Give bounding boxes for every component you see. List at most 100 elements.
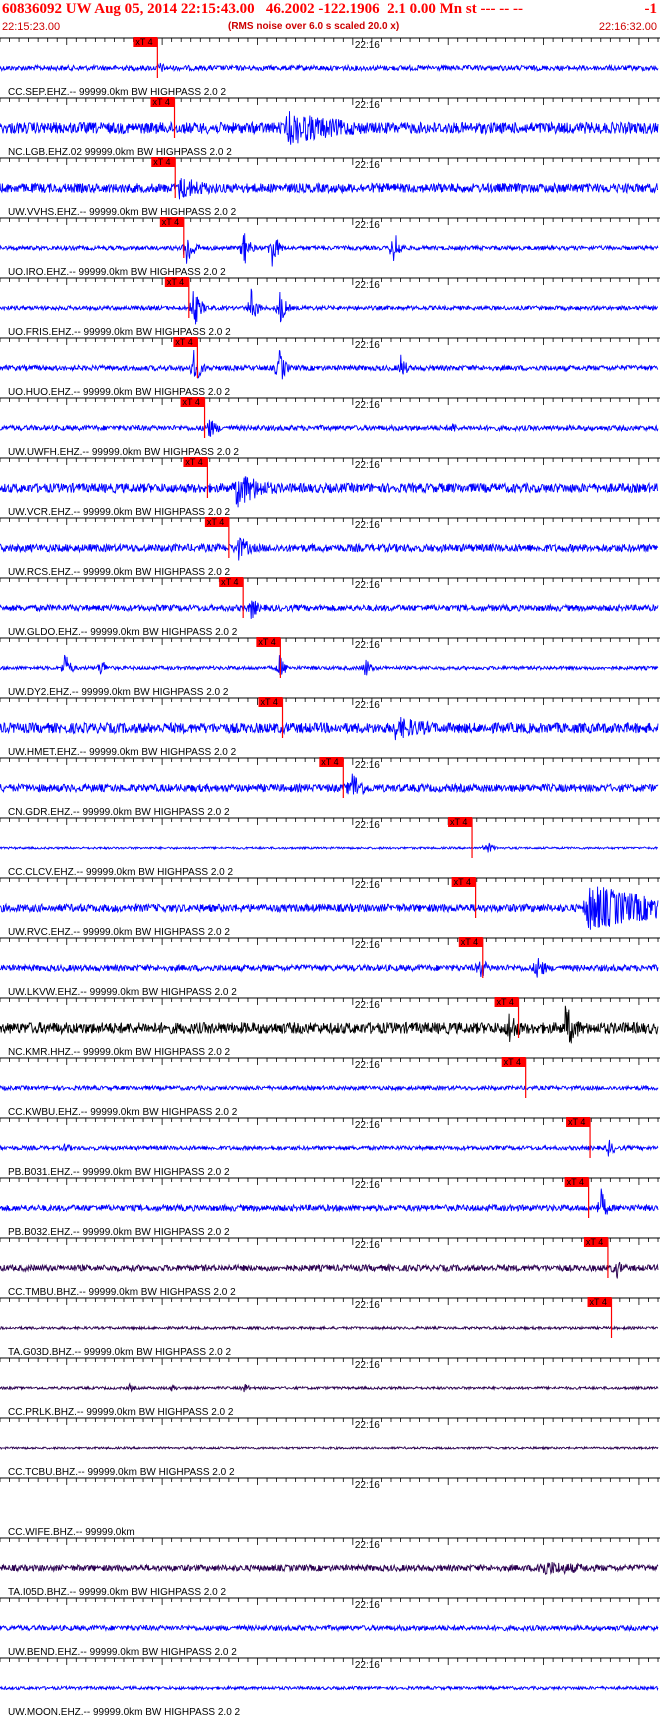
time-tick-label: 22:16 — [355, 1360, 380, 1371]
trace-row: 22:16 UW.MOON.EHZ.-- 99999.0km BW HIGHPAS… — [0, 1657, 660, 1718]
time-tick-label: 22:16 — [355, 400, 380, 411]
waveform — [0, 716, 659, 741]
waveform — [0, 1139, 659, 1157]
waveform — [0, 476, 659, 508]
trace-row: 22:16 CC.CLCV.EHZ.-- 99999.0km BW HIGHPAS… — [0, 817, 660, 878]
waveform — [0, 957, 659, 978]
waveform — [0, 62, 659, 73]
time-tick-label: 22:16 — [355, 1480, 380, 1491]
pick-label: xT 4 — [497, 997, 514, 1007]
station-label: UW.VCR.EHZ.-- 99999.0km BW HIGHPASS 2.0 … — [8, 507, 231, 518]
time-tick-label: 22:16 — [355, 340, 380, 351]
station-label: UW.HMET.EHZ.-- 99999.0km BW HIGHPASS 2.0… — [8, 747, 237, 758]
station-label: UO.IRO.EHZ.-- 99999.0km BW HIGHPASS 2.0 … — [8, 267, 226, 278]
waveform — [0, 1188, 659, 1215]
waveform — [0, 1623, 659, 1633]
station-label: UW.BEND.EHZ.-- 99999.0km BW HIGHPASS 2.0… — [8, 1647, 237, 1658]
pick-marker: xT 4 — [256, 637, 281, 678]
pick-label: xT 4 — [185, 457, 202, 467]
station-label: CN.GDR.EHZ.-- 99999.0km BW HIGHPASS 2.0 … — [8, 807, 230, 818]
station-label: NC.LGB.EHZ.02 99999.0km BW HIGHPASS 2.0 … — [8, 147, 232, 158]
waveform — [0, 1261, 659, 1279]
station-label: CC.WIFE.BHZ.-- 99999.0km — [8, 1527, 135, 1538]
time-tick-label: 22:16 — [355, 1060, 380, 1071]
trace-row: 22:16 UW.LKVW.EHZ.-- 99999.0km BW HIGHPAS… — [0, 937, 660, 998]
trace-row: 22:16 CC.TMBU.BHZ.-- 99999.0km BW HIGHPAS… — [0, 1237, 660, 1298]
time-tick-label: 22:16 — [355, 1240, 380, 1251]
trace-row: 22:16 UW.VVHS.EHZ.-- 99999.0km BW HIGHPAS… — [0, 157, 660, 218]
time-tick-label: 22:16 — [355, 580, 380, 591]
pick-label: xT 4 — [207, 517, 224, 527]
pick-marker: xT 4 — [566, 1117, 591, 1158]
trace-row: 22:16 TA.G03D.BHZ.-- 99999.0km BW HIGHPAS… — [0, 1297, 660, 1358]
waveform — [0, 349, 659, 380]
pick-marker: xT 4 — [164, 277, 190, 318]
station-label: UW.UWFH.EHZ.-- 99999.0km BW HIGHPASS 2.0… — [8, 447, 239, 458]
seismogram-panel: 22:16 CC.SEP.EHZ.-- 99999.0km BW HIGHPASS… — [0, 37, 660, 1718]
waveform — [0, 419, 659, 437]
time-tick-label: 22:16 — [355, 1540, 380, 1551]
trace-row: 22:16 UW.RCS.EHZ.-- 99999.0km BW HIGHPASS… — [0, 517, 660, 578]
trace-row: 22:16 PB.B031.EHZ.-- 99999.0km BW HIGHPAS… — [0, 1117, 660, 1178]
waveform — [0, 886, 659, 930]
station-label: CC.CLCV.EHZ.-- 99999.0km BW HIGHPASS 2.0… — [8, 867, 234, 878]
station-label: TA.G03D.BHZ.-- 99999.0km BW HIGHPASS 2.0… — [8, 1347, 231, 1358]
station-label: UW.RVC.EHZ.-- 99999.0km BW HIGHPASS 2.0 … — [8, 927, 230, 938]
trace-row: 22:16 UW.BEND.EHZ.-- 99999.0km BW HIGHPAS… — [0, 1597, 660, 1658]
trace-row: 22:16 PB.B032.EHZ.-- 99999.0km BW HIGHPAS… — [0, 1177, 660, 1238]
waveform — [0, 842, 659, 853]
pick-label: xT 4 — [135, 37, 152, 47]
waveform — [0, 1382, 659, 1393]
station-label: CC.SEP.EHZ.-- 99999.0km BW HIGHPASS 2.0 … — [8, 87, 226, 98]
pick-label: xT 4 — [162, 217, 179, 227]
trace-row: 22:16 UW.GLDO.EHZ.-- 99999.0km BW HIGHPAS… — [0, 577, 660, 638]
station-label: TA.I05D.BHZ.-- 99999.0km BW HIGHPASS 2.0… — [8, 1587, 226, 1598]
pick-marker: xT 4 — [204, 517, 230, 558]
station-label: CC.TMBU.BHZ.-- 99999.0km BW HIGHPASS 2.0… — [8, 1287, 236, 1298]
pick-marker: xT 4 — [583, 1237, 609, 1278]
time-tick-label: 22:16 — [355, 160, 380, 171]
waveform — [0, 1005, 659, 1044]
time-tick-label: 22:16 — [355, 1600, 380, 1611]
pick-marker: xT 4 — [564, 1177, 590, 1218]
trace-row: 22:16 UW.HMET.EHZ.-- 99999.0km BW HIGHPAS… — [0, 697, 660, 758]
pick-label: xT 4 — [153, 157, 170, 167]
station-label: CC.TCBU.BHZ.-- 99999.0km BW HIGHPASS 2.0… — [8, 1467, 235, 1478]
waveform — [0, 288, 658, 325]
waveform — [0, 1684, 659, 1692]
pick-marker: xT 4 — [458, 937, 484, 978]
pick-label: xT 4 — [461, 937, 478, 947]
time-tick-label: 22:16 — [355, 1120, 380, 1131]
pick-label: xT 4 — [261, 697, 278, 707]
trace-row: 22:16UO.HUO.EHZ.-- 99999.0km BW HIGHPASS… — [0, 337, 660, 398]
pick-label: xT 4 — [175, 337, 192, 347]
trace-row: 22:16 UW.VCR.EHZ.-- 99999.0km BW HIGHPASS… — [0, 457, 660, 518]
waveform — [0, 1561, 659, 1576]
pick-label: xT 4 — [321, 757, 338, 767]
trace-row: 22:16 UO.IRO.EHZ.-- 99999.0km BW HIGHPASS… — [0, 217, 660, 278]
pick-label: xT 4 — [450, 817, 467, 827]
trace-row: 22:16 NC.LGB.EHZ.02 99999.0km BW HIGHPASS… — [0, 97, 660, 158]
pick-label: xT 4 — [567, 1177, 584, 1187]
waveform — [0, 1084, 659, 1092]
station-label: CC.PRLK.BHZ.-- 99999.0km BW HIGHPASS 2.0… — [8, 1407, 234, 1418]
pick-marker: xT 4 — [587, 1297, 613, 1338]
trace-row: 22:16 TA.I05D.BHZ.-- 99999.0km BW HIGHPAS… — [0, 1537, 660, 1598]
pick-marker: xT 4 — [451, 877, 477, 918]
pick-label: xT 4 — [258, 637, 275, 647]
trace-row: 22:16 NC.KMR.HHZ.-- 99999.0km BW HIGHPASS… — [0, 997, 660, 1058]
station-label: UW.MOON.EHZ.-- 99999.0km BW HIGHPASS 2.0… — [8, 1707, 241, 1718]
waveform — [0, 178, 658, 200]
waveform — [0, 773, 659, 795]
time-tick-label: 22:16 — [355, 640, 380, 651]
pick-marker: xT 4 — [159, 217, 185, 258]
pick-label: xT 4 — [153, 97, 170, 107]
time-tick-label: 22:16 — [355, 1180, 380, 1191]
station-label: UW.LKVW.EHZ.-- 99999.0km BW HIGHPASS 2.0… — [8, 987, 237, 998]
time-tick-label: 22:16 — [355, 1660, 380, 1671]
station-label: UW.VVHS.EHZ.-- 99999.0km BW HIGHPASS 2.0… — [8, 207, 237, 218]
pick-marker: xT 4 — [219, 577, 244, 618]
pick-label: xT 4 — [586, 1237, 603, 1247]
time-tick-label: 22:16 — [355, 700, 380, 711]
trace-row: 22:16 UW.UWFH.EHZ.-- 99999.0km BW HIGHPAS… — [0, 397, 660, 458]
